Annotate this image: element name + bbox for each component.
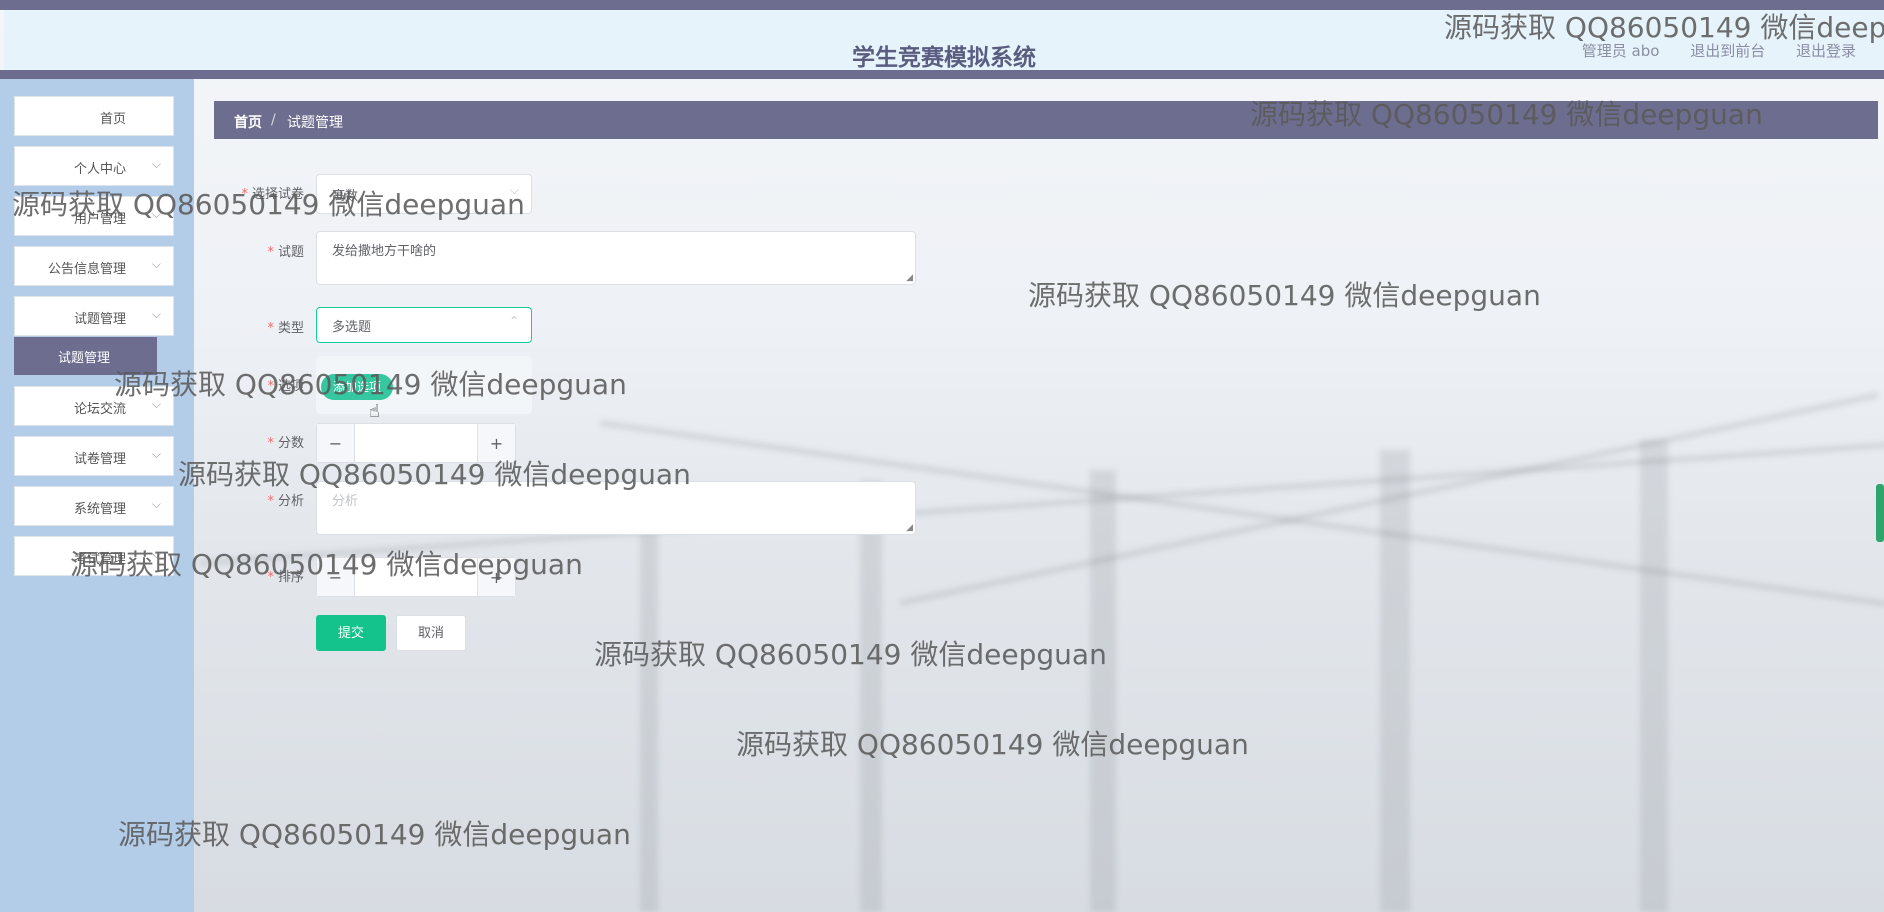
breadcrumb-current: 试题管理 xyxy=(287,115,343,131)
sidebar-item-questions[interactable]: 试题管理 ⌵ xyxy=(14,296,174,336)
sidebar-item-label: 公告信息管理 xyxy=(47,262,126,277)
breadcrumb: 首页 / 试题管理 xyxy=(214,101,1878,139)
pointer-cursor-icon: ☝ xyxy=(369,401,380,422)
sidebar-item-forum[interactable]: 论坛交流 ⌵ xyxy=(14,386,174,426)
minus-icon[interactable]: − xyxy=(317,424,355,462)
question-text: 发给撒地方干啥的 xyxy=(332,244,437,259)
type-select[interactable]: 多选题 ⌃ xyxy=(316,307,532,343)
paper-select[interactable]: 高数 ⌵ xyxy=(316,174,532,214)
cancel-button[interactable]: 取消 xyxy=(396,615,466,651)
chevron-down-icon: ⌵ xyxy=(151,397,161,411)
chevron-down-icon: ⌵ xyxy=(151,157,161,171)
resize-handle-icon[interactable]: ◢ xyxy=(906,523,913,533)
analysis-placeholder: 分析 xyxy=(332,494,359,509)
logout-link[interactable]: 退出登录 xyxy=(1796,42,1856,60)
order-label: * 排序 xyxy=(267,570,304,585)
paper-select-value: 高数 xyxy=(332,189,359,204)
minus-icon[interactable]: − xyxy=(317,558,355,596)
top-accent-bar xyxy=(0,0,1884,10)
submit-button[interactable]: 提交 xyxy=(316,615,386,651)
sidebar-subitem-question-management[interactable]: 试题管理 xyxy=(14,337,157,375)
sidebar-item-papers[interactable]: 试卷管理 ⌵ xyxy=(14,436,174,476)
sidebar-item-announcements[interactable]: 公告信息管理 ⌵ xyxy=(14,246,174,286)
chevron-down-icon: ⌵ xyxy=(151,207,161,221)
sidebar-item-label: 试卷管理 xyxy=(73,452,126,467)
add-option-button[interactable]: 添加选项 xyxy=(321,374,393,400)
sidebar-item-label: 考试管理 xyxy=(73,552,126,567)
header-links: 管理员 abo 退出到前台 退出登录 xyxy=(1556,40,1856,61)
chevron-down-icon: ⌵ xyxy=(151,547,161,561)
question-label: * 试题 xyxy=(267,245,304,260)
chevron-down-icon: ⌵ xyxy=(151,447,161,461)
back-to-frontend-link[interactable]: 退出到前台 xyxy=(1690,42,1765,60)
current-user: 管理员 abo xyxy=(1581,42,1660,60)
order-stepper[interactable]: − + xyxy=(316,557,516,597)
sidebar-item-profile[interactable]: 个人中心 ⌵ xyxy=(14,146,174,186)
sidebar-item-label: 试题管理 xyxy=(73,312,126,327)
chevron-down-icon: ⌵ xyxy=(509,183,519,197)
resize-handle-icon[interactable]: ◢ xyxy=(906,273,913,283)
sidebar-item-label: 个人中心 xyxy=(73,162,126,177)
chevron-up-icon: ⌃ xyxy=(508,314,519,328)
breadcrumb-separator: / xyxy=(271,112,276,128)
score-stepper[interactable]: − + xyxy=(316,423,516,463)
type-select-value: 多选题 xyxy=(332,320,372,335)
sidebar-subitem-label: 试题管理 xyxy=(58,351,111,366)
chevron-down-icon: ⌵ xyxy=(151,497,161,511)
type-label: * 类型 xyxy=(267,321,304,336)
sidebar-item-system[interactable]: 系统管理 ⌵ xyxy=(14,486,174,526)
sidebar-item-label: 论坛交流 xyxy=(73,402,126,417)
score-label: * 分数 xyxy=(267,436,304,451)
sidebar-item-home[interactable]: 首页 xyxy=(14,96,174,136)
header-bottom-bar xyxy=(0,70,1884,79)
paper-label: * 选择试卷 xyxy=(241,187,304,202)
plus-icon[interactable]: + xyxy=(477,424,515,462)
chevron-up-icon: ⌵ xyxy=(151,307,161,321)
scrollbar-thumb[interactable] xyxy=(1876,484,1884,542)
sidebar-item-users[interactable]: 用户管理 ⌵ xyxy=(14,196,174,236)
breadcrumb-home[interactable]: 首页 xyxy=(234,112,262,132)
analysis-textarea[interactable]: 分析 ◢ xyxy=(316,481,916,535)
options-label: * 选项 xyxy=(267,379,304,394)
sidebar-item-label: 系统管理 xyxy=(73,502,126,517)
sidebar-item-exams[interactable]: 考试管理 ⌵ xyxy=(14,536,174,576)
sidebar-item-label: 首页 xyxy=(99,112,126,127)
question-textarea[interactable]: 发给撒地方干啥的 ◢ xyxy=(316,231,916,285)
chevron-down-icon: ⌵ xyxy=(151,257,161,271)
header: 学生竞赛模拟系统 管理员 abo 退出到前台 退出登录 xyxy=(4,10,1884,71)
analysis-label: * 分析 xyxy=(267,494,304,509)
plus-icon[interactable]: + xyxy=(477,558,515,596)
sidebar-item-label: 用户管理 xyxy=(73,212,126,227)
